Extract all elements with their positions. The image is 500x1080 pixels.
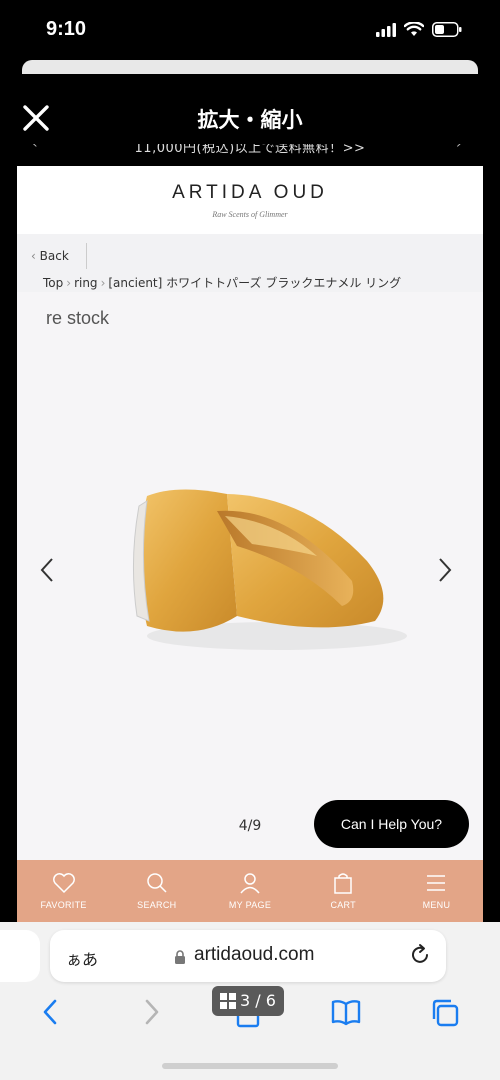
book-icon: [331, 1000, 361, 1026]
tabs-button[interactable]: [430, 998, 460, 1032]
back-link[interactable]: ‹ Back: [31, 249, 69, 263]
nav-search[interactable]: SEARCH: [110, 860, 203, 922]
promo-text: 11,000円(税込)以上で送料無料！>>: [134, 144, 366, 156]
site-bottom-nav: FAVORITE SEARCH MY PAGE CART MENU: [17, 860, 483, 922]
url-text[interactable]: artidaoud.com: [194, 944, 314, 966]
product-image[interactable]: [117, 466, 407, 676]
reload-button[interactable]: [408, 943, 432, 971]
nav-favorite-label: FAVORITE: [40, 900, 87, 910]
nav-cart[interactable]: CART: [297, 860, 390, 922]
restock-label: re stock: [46, 308, 110, 328]
nav-menu-label: MENU: [422, 900, 451, 910]
grid-icon: [220, 993, 236, 1009]
nav-mypage[interactable]: MY PAGE: [203, 860, 296, 922]
lock-icon: [175, 950, 185, 964]
back-label: Back: [39, 249, 69, 263]
status-bar: 9:10: [0, 0, 500, 62]
status-icons: [376, 22, 462, 37]
tabs-icon: [432, 999, 459, 1027]
carousel-prev-button[interactable]: [39, 556, 55, 588]
nav-cart-label: CART: [330, 900, 356, 910]
wifi-icon: [404, 22, 424, 36]
chevron-right-icon: [439, 558, 452, 582]
cellular-signal-icon: [376, 22, 396, 37]
heart-icon: [52, 873, 75, 894]
promo-next-icon[interactable]: ›: [456, 144, 462, 152]
navigation-area: ‹ Back Top › ring › [ancient] ホワイトトパーズ ブラックエ…: [17, 234, 483, 292]
menu-icon: [427, 875, 446, 891]
tab-count-text: 3 / 6: [240, 991, 276, 1010]
chevron-left-icon: ‹: [31, 249, 36, 263]
sheet-background: [22, 60, 478, 74]
nav-search-label: SEARCH: [137, 900, 177, 910]
nav-menu[interactable]: MENU: [390, 860, 483, 922]
browser-back-button[interactable]: [40, 998, 60, 1030]
page-settings-button[interactable]: ぁあ: [66, 946, 98, 970]
reload-icon: [412, 944, 428, 963]
bookmarks-button[interactable]: [330, 998, 362, 1030]
brand-logo[interactable]: ARTIDA OUD: [17, 182, 483, 204]
breadcrumb: Top › ring › [ancient] ホワイトトパーズ ブラックエナメル リング: [43, 274, 401, 291]
browser-forward-button[interactable]: [142, 998, 162, 1030]
nav-mypage-label: MY PAGE: [228, 900, 272, 910]
help-chat-button[interactable]: Can I Help You?: [314, 800, 469, 848]
zoom-title: 拡大・縮小: [197, 108, 303, 132]
address-bar[interactable]: ぁあ artidaoud.com: [50, 930, 446, 982]
zoom-header: 拡大・縮小 ‹ 11,000円(税込)以上で送料無料！>> ›: [0, 74, 500, 166]
search-icon: [147, 873, 167, 893]
user-icon: [240, 873, 260, 894]
chevron-right-icon: ›: [100, 276, 106, 290]
nav-favorite[interactable]: FAVORITE: [17, 860, 110, 922]
chevron-left-icon: [43, 999, 57, 1025]
breadcrumb-ring[interactable]: ring: [74, 276, 98, 290]
brand-tagline: Raw Scents of Glimmer: [212, 210, 288, 219]
chevron-left-icon: [40, 558, 53, 582]
promo-banner[interactable]: ‹ 11,000円(税込)以上で送料無料！>> ›: [0, 144, 500, 166]
home-indicator: [162, 1063, 338, 1069]
tab-count-badge: 3 / 6: [212, 986, 284, 1016]
status-time: 9:10: [46, 18, 87, 40]
divider: [86, 243, 87, 269]
carousel-next-button[interactable]: [437, 556, 453, 588]
gold-ring-image: [132, 489, 407, 650]
brand-header: ARTIDA OUD Raw Scents of Glimmer: [17, 166, 483, 234]
web-page: ARTIDA OUD Raw Scents of Glimmer ‹ Back …: [17, 166, 483, 860]
bag-icon: [334, 873, 352, 894]
chevron-right-icon: [145, 999, 159, 1025]
chevron-right-icon: ›: [66, 276, 72, 290]
promo-prev-icon[interactable]: ‹: [32, 144, 38, 152]
adjacent-tab-preview[interactable]: [0, 930, 40, 982]
breadcrumb-top[interactable]: Top: [43, 276, 63, 290]
battery-icon: [432, 22, 462, 37]
breadcrumb-current: [ancient] ホワイトトパーズ ブラックエナメル リング: [108, 276, 402, 290]
